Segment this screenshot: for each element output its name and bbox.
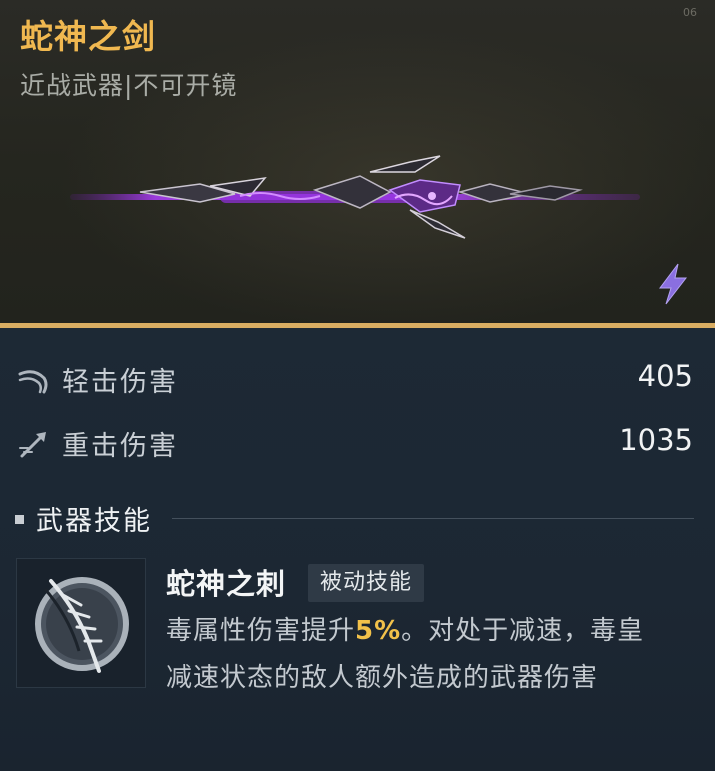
- weapon-skill-section-header: 武器技能: [0, 498, 715, 538]
- heavy-attack-icon: [19, 432, 46, 458]
- weapon-showcase: 蛇神之剑 近战武器|不可开镜 06: [0, 0, 715, 324]
- weapon-subtitle: 近战武器|不可开镜: [20, 71, 238, 100]
- corner-mark: 06: [683, 6, 697, 19]
- skill-icon-frame[interactable]: [16, 558, 146, 688]
- stat-value: 1035: [619, 423, 693, 457]
- stat-label: 轻击伤害: [62, 367, 178, 398]
- stat-label: 重击伤害: [62, 431, 178, 462]
- light-attack-icon: [18, 370, 48, 394]
- section-bullet: [15, 515, 24, 524]
- section-title: 武器技能: [36, 506, 152, 537]
- section-divider: [172, 518, 694, 519]
- skill-desc-text: 毒属性伤害提升: [166, 616, 356, 646]
- skill-desc-highlight: 5%: [355, 616, 402, 646]
- stat-row-light-attack: 轻击伤害 405: [0, 350, 715, 410]
- skill-description: 毒属性伤害提升5%。对处于减速，毒皇减速状态的敌人额外造成的武器伤害: [166, 608, 646, 702]
- stat-row-heavy-attack: 重击伤害 1035: [0, 414, 715, 474]
- weapon-image: [70, 155, 640, 239]
- weapon-name: 蛇神之剑: [20, 17, 156, 56]
- skill-type-badge: 被动技能: [308, 564, 425, 602]
- skill-name: 蛇神之刺: [166, 567, 287, 601]
- lightning-icon: [659, 263, 688, 305]
- serpent-strike-skill-icon: [35, 577, 129, 673]
- stat-value: 405: [637, 359, 693, 393]
